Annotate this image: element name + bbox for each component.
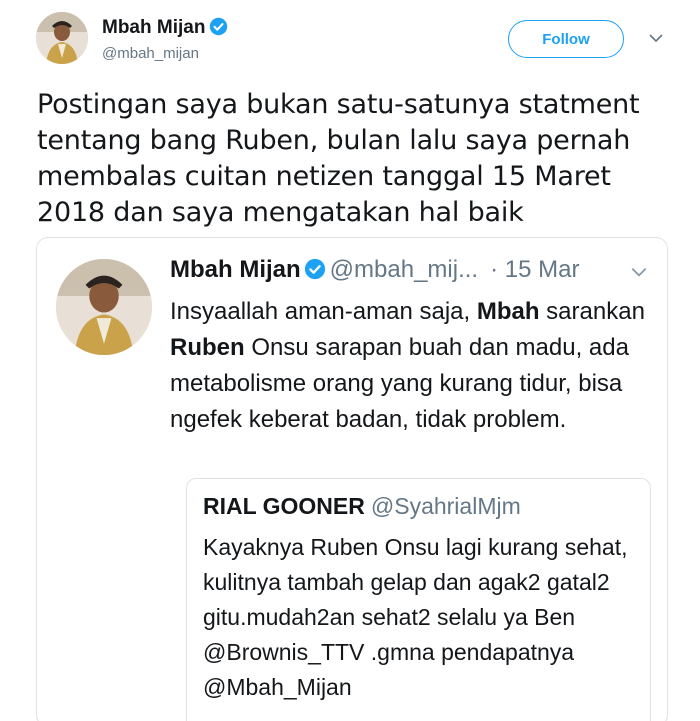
profile-photo <box>56 259 152 355</box>
nested-quoted-tweet[interactable]: RIAL GOONER @SyahrialMjm Kayaknya Ruben O… <box>186 478 651 721</box>
quoted-author-name[interactable]: Mbah Mijan <box>170 256 301 283</box>
quoted-date[interactable]: · 15 Mar <box>490 256 579 283</box>
quoted-tweet[interactable]: Mbah Mijan @mbah_mij... · 15 Mar Insyaalla… <box>36 237 668 721</box>
profile-photo <box>36 12 88 64</box>
quoted-text-part: Mbah <box>476 298 540 325</box>
follow-button[interactable]: Follow <box>508 20 624 58</box>
author-name[interactable]: Mbah Mijan <box>102 17 228 39</box>
quoted-text-part: Ruben <box>170 334 245 361</box>
tweet-text: Postingan saya bukan satu-satunya statme… <box>37 89 640 228</box>
author-handle[interactable]: @mbah_mijan <box>102 45 199 62</box>
quoted-text-part: Insyaallah aman-aman saja, <box>170 298 477 325</box>
nested-author-name[interactable]: RIAL GOONER <box>203 493 365 519</box>
quoted-author-handle[interactable]: @mbah_mij... <box>330 256 478 283</box>
quoted-author-avatar[interactable] <box>56 259 152 355</box>
quoted-text: Insyaallah aman-aman saja, Mbah sarankan… <box>170 294 650 438</box>
author-avatar[interactable] <box>36 12 88 64</box>
tweet-card: Mbah Mijan @mbah_mijan Follow Postingan … <box>0 0 700 721</box>
verified-badge-icon <box>210 17 228 36</box>
verified-badge-icon <box>304 258 325 280</box>
chevron-down-icon[interactable] <box>630 263 648 281</box>
nested-text: Kayaknya Ruben Onsu lagi kurang sehat, k… <box>203 534 628 700</box>
quoted-text-part: sarankan <box>539 298 645 325</box>
nested-header: RIAL GOONER @SyahrialMjm <box>203 493 521 520</box>
quoted-header: Mbah Mijan @mbah_mij... · 15 Mar <box>170 256 579 284</box>
author-name-text[interactable]: Mbah Mijan <box>102 17 205 38</box>
nested-author-handle[interactable]: @SyahrialMjm <box>371 493 521 519</box>
chevron-down-icon[interactable] <box>648 30 664 46</box>
